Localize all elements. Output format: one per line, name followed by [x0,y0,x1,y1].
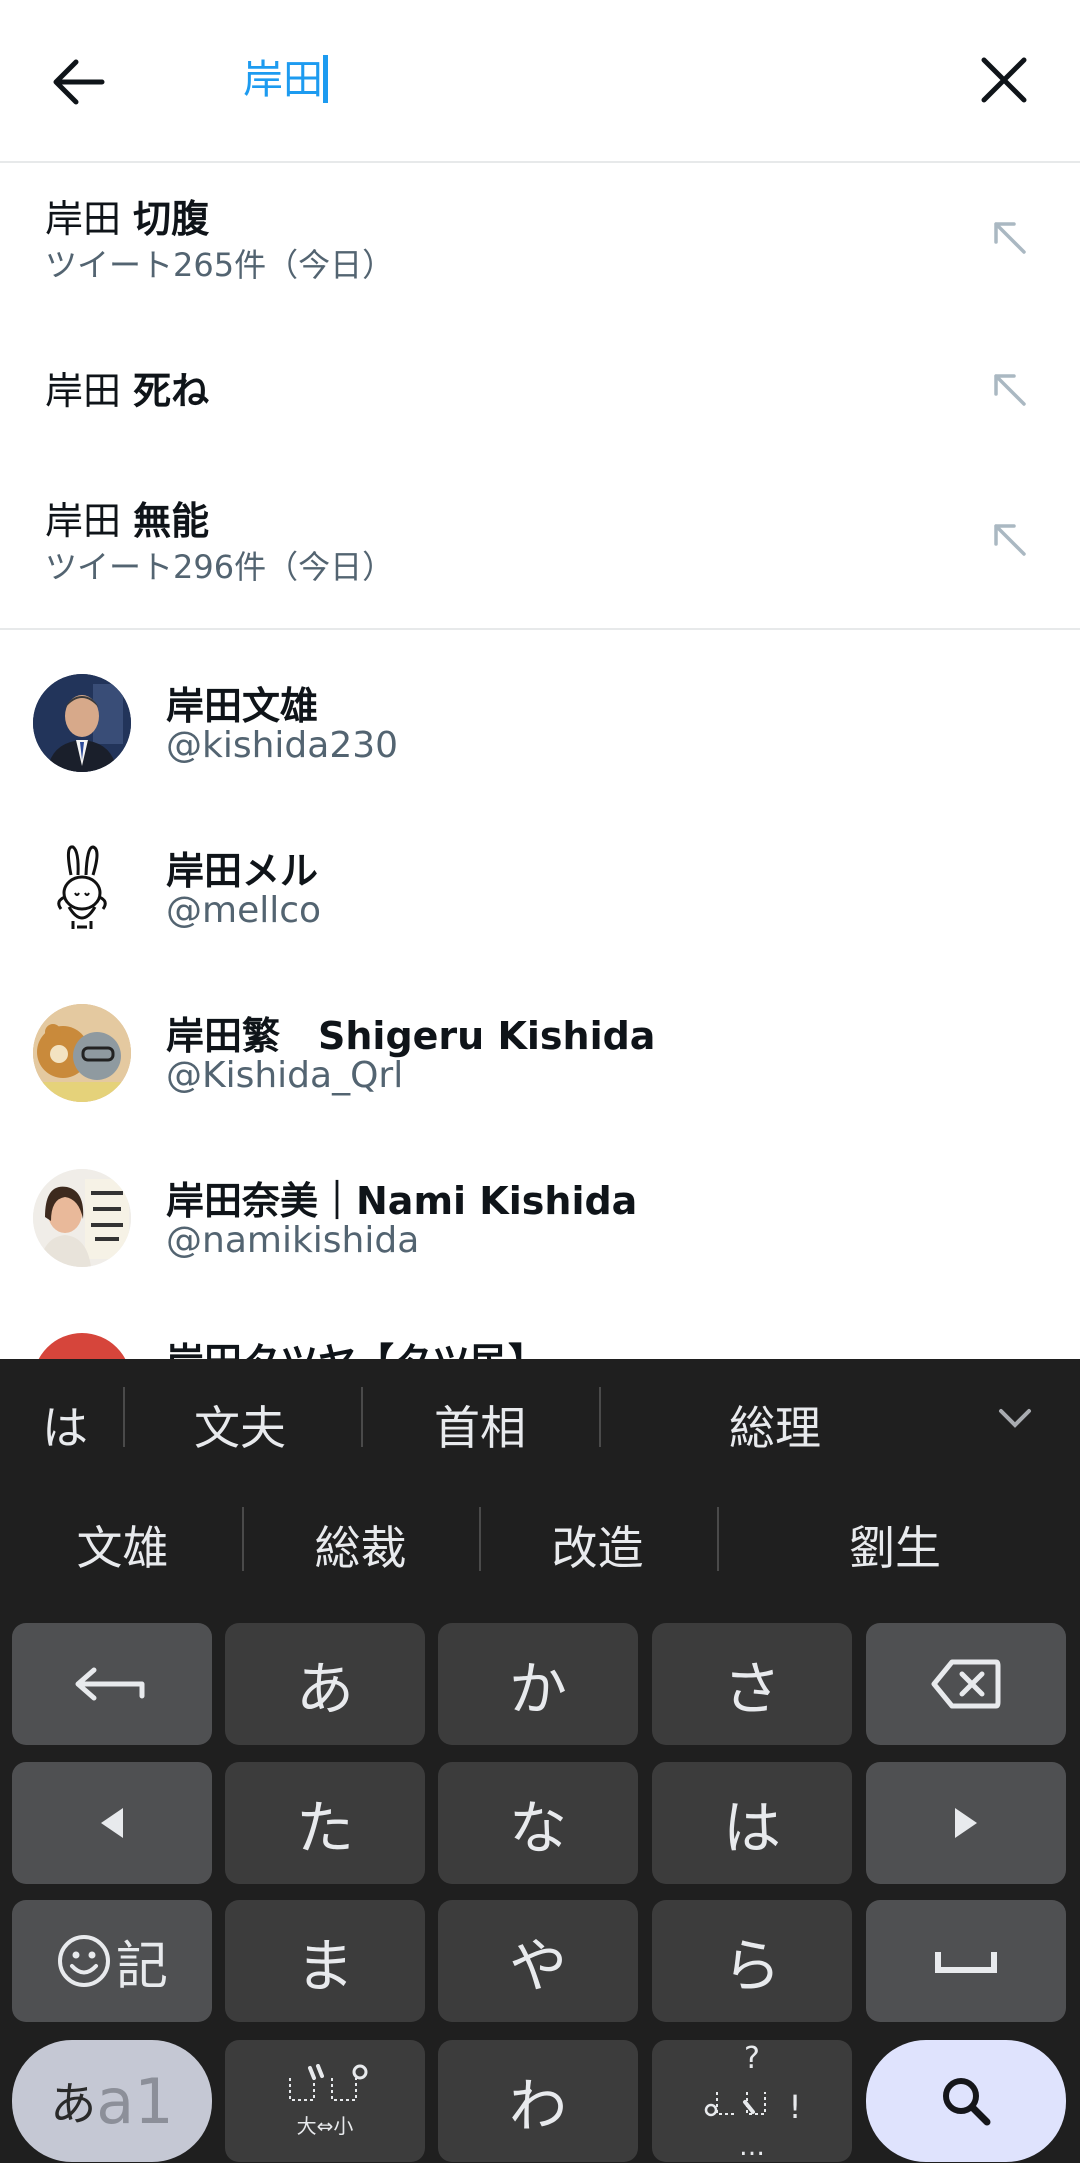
divider [0,628,1080,630]
size-toggle-label: 大⇔小 [296,2113,354,2138]
dakuten-handakuten-icon [289,2063,368,2101]
suggestion-item[interactable]: 岸田 無能 ツイート296件（今日） [0,465,1080,625]
avatar [33,1169,131,1267]
user-handle: @Kishida_Qrl [166,1055,404,1096]
mode-label-kana: あ [50,2077,97,2131]
candidate-separator [123,1387,125,1447]
search-header: 岸田 [0,0,1080,163]
chevron-down-icon[interactable] [995,1399,1035,1439]
caret-right-icon [955,1808,977,1838]
user-result[interactable]: 岸田メル @mellco [0,830,1080,995]
emoji-symbol-key[interactable]: 記 [12,1900,212,2022]
undo-arrow-icon [75,1667,145,1701]
candidate-separator [599,1387,601,1447]
suggestion-subtitle: ツイート296件（今日） [45,548,395,586]
avatar [33,1333,131,1359]
suggestion-title: 岸田 切腹 [45,197,210,241]
kana-key-ha[interactable]: は [652,1762,852,1884]
suggestion-item[interactable]: 岸田 死ね [0,320,1080,455]
fill-query-arrow-icon[interactable] [990,218,1030,258]
smiley-icon [57,1935,110,1987]
punct-ellipsis: … [739,2132,765,2162]
user-display-name: 岸田メル [166,849,319,893]
user-display-name: 岸田繁 Shigeru Kishida [166,1014,656,1058]
user-result[interactable]: 岸田奈美｜Nami Kishida @namikishida [0,1160,1080,1325]
candidate-separator [717,1507,719,1571]
suggestion-title: 岸田 無能 [45,499,210,543]
arrow-left-icon[interactable] [46,50,110,114]
input-mode-key[interactable]: あ a1 [12,2040,212,2162]
space-key[interactable] [866,1900,1066,2022]
candidate-reading[interactable]: は [20,1392,110,1458]
search-key[interactable] [866,2040,1066,2162]
backspace-icon [931,1659,1001,1709]
user-handle: @kishida230 [166,725,399,766]
candidate-word[interactable]: 首相 [380,1392,580,1458]
kana-key-na[interactable]: な [438,1762,638,1884]
avatar [33,839,131,937]
user-handle: @namikishida [166,1220,420,1261]
symbol-key-label: 記 [115,1936,168,1997]
undo-key[interactable] [12,1623,212,1745]
avatar [33,674,131,772]
kana-key-wa[interactable]: わ [438,2040,638,2162]
candidate-word[interactable]: 総裁 [268,1512,453,1578]
kana-key-a[interactable]: あ [225,1623,425,1745]
close-icon[interactable] [974,50,1034,110]
avatar [33,1004,131,1102]
kana-key-ra[interactable]: ら [652,1900,852,2022]
punctuation-key[interactable]: ? ! … [652,2040,852,2162]
space-bar-icon [935,1952,997,1973]
dakuten-key[interactable]: 大⇔小 [225,2040,425,2162]
search-input[interactable]: 岸田 [243,52,323,108]
text-cursor [323,55,328,103]
fill-query-arrow-icon[interactable] [990,370,1030,410]
candidate-word[interactable]: 文夫 [140,1392,340,1458]
keyboard: は 文夫 首相 総理 文雄 総裁 改造 劉生 あ か さ た な は 記 ま や… [0,1359,1080,2163]
fill-query-arrow-icon[interactable] [990,520,1030,560]
kana-key-ya[interactable]: や [438,1900,638,2022]
candidate-word[interactable]: 総理 [640,1392,910,1458]
user-display-name: 岸田文雄 [166,684,319,728]
suggestion-title: 岸田 死ね [45,369,210,413]
user-handle: @mellco [166,890,322,931]
user-result[interactable]: 岸田繁 Shigeru Kishida @Kishida_Qrl [0,995,1080,1160]
kana-key-ta[interactable]: た [225,1762,425,1884]
cursor-left-key[interactable] [12,1762,212,1884]
user-result-partial[interactable]: 岸田タツヤ【タツ民】 [0,1330,1080,1359]
kana-key-sa[interactable]: さ [652,1623,852,1745]
caret-left-icon [101,1808,123,1838]
mode-label-alnum: a1 [96,2064,174,2138]
cursor-right-key[interactable] [866,1762,1066,1884]
candidate-word[interactable]: 劉生 [770,1512,1020,1578]
candidate-separator [479,1507,481,1571]
user-result[interactable]: 岸田文雄 @kishida230 [0,665,1080,830]
candidate-word[interactable]: 文雄 [30,1512,215,1578]
kana-key-ka[interactable]: か [438,1623,638,1745]
candidate-separator [361,1387,363,1447]
candidate-word[interactable]: 改造 [505,1512,690,1578]
punct-question: ? [744,2041,760,2076]
user-display-name: 岸田タツヤ【タツ民】 [166,1331,546,1359]
kana-key-ma[interactable]: ま [225,1900,425,2022]
user-display-name: 岸田奈美｜Nami Kishida [166,1179,638,1223]
punctuation-icon: ? ! … [704,2041,802,2162]
suggestion-subtitle: ツイート265件（今日） [45,246,395,284]
backspace-key[interactable] [866,1623,1066,1745]
search-icon [943,2078,991,2126]
suggestion-item[interactable]: 岸田 切腹 ツイート265件（今日） [0,163,1080,305]
punct-exclamation: ! [789,2088,802,2126]
candidate-separator [242,1507,244,1571]
